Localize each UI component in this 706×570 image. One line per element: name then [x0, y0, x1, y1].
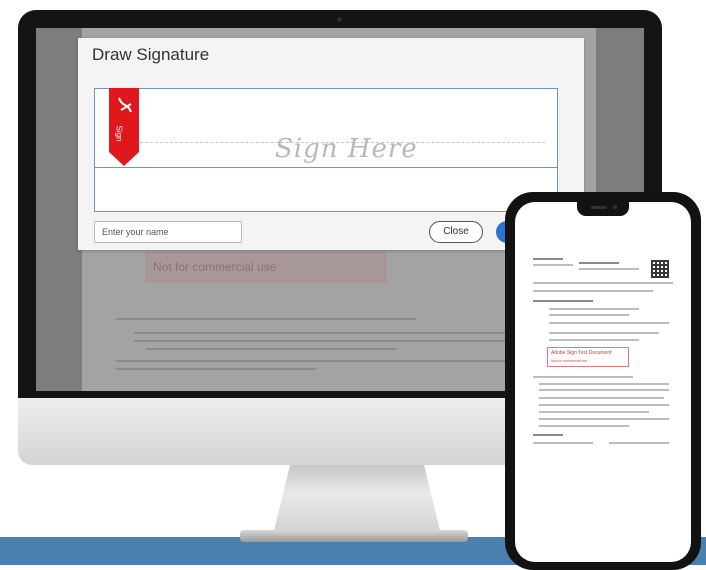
monitor-camera: [337, 17, 342, 22]
doc-line: [549, 322, 669, 324]
doc-line: [549, 339, 639, 341]
doc-line: [533, 434, 563, 436]
doc-line: [539, 397, 664, 399]
doc-line: [533, 264, 573, 266]
phone-document: Adobe Sign Test Document Not for commerc…: [529, 252, 679, 452]
doc-line: [539, 389, 669, 391]
phone-speaker: [591, 206, 607, 209]
doc-line: [533, 282, 673, 284]
doc-line: [539, 383, 669, 385]
doc-line: [533, 258, 563, 260]
doc-line: [549, 314, 629, 316]
sign-here-placeholder: Sign Here: [275, 134, 418, 164]
watermark-text: Not for commercial use: [153, 260, 277, 274]
doc-line: [539, 404, 669, 406]
test-document-subtitle: Not for commercial use: [551, 359, 587, 363]
sign-flag-label: Sign: [114, 125, 124, 142]
doc-line: [579, 268, 639, 270]
doc-text-line: [116, 368, 316, 370]
dialog-title: Draw Signature: [92, 45, 210, 64]
doc-line: [539, 411, 649, 413]
doc-line: [579, 262, 619, 264]
phone-notch: [577, 202, 629, 216]
doc-text-line: [116, 318, 416, 320]
phone-screen: Adobe Sign Test Document Not for commerc…: [515, 202, 691, 562]
doc-text-line: [146, 348, 396, 350]
doc-line: [533, 376, 633, 378]
doc-line: [533, 290, 653, 292]
doc-line: [539, 418, 669, 420]
watermark-box: Not for commercial use: [146, 252, 386, 282]
doc-line: [533, 300, 593, 302]
monitor-stand: [272, 455, 442, 539]
close-button[interactable]: Close: [429, 221, 483, 243]
test-document-box: Adobe Sign Test Document Not for commerc…: [547, 347, 629, 367]
sign-flag-icon: [109, 88, 139, 166]
signature-divider: [95, 167, 557, 168]
monitor-stand-base: [240, 530, 468, 542]
test-document-title: Adobe Sign Test Document: [551, 350, 612, 356]
phone-frame: Adobe Sign Test Document Not for commerc…: [505, 192, 701, 570]
doc-line: [539, 425, 629, 427]
name-input[interactable]: Enter your name: [94, 221, 242, 243]
doc-line: [609, 442, 669, 444]
signature-canvas[interactable]: Sign Here Sign: [94, 88, 558, 212]
doc-line: [533, 442, 593, 444]
phone-camera: [613, 205, 617, 209]
doc-line: [549, 308, 639, 310]
qr-code-icon: [651, 260, 669, 278]
doc-line: [549, 332, 659, 334]
